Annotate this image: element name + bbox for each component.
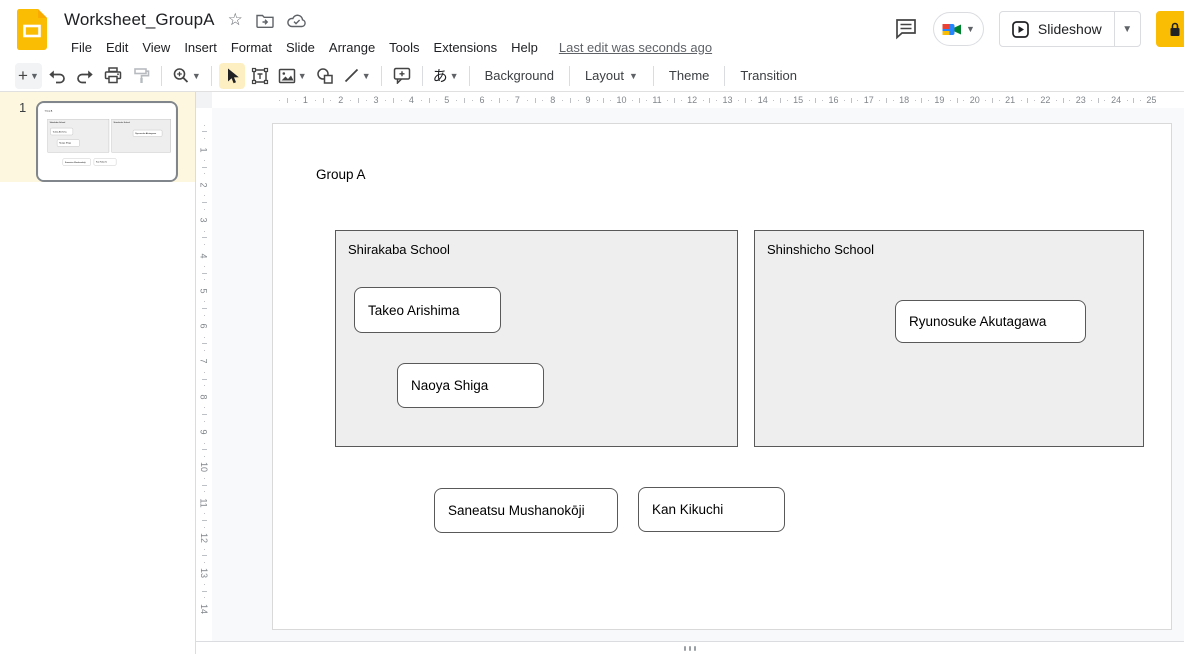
menu-view[interactable]: View <box>135 38 177 57</box>
move-to-folder-icon[interactable] <box>256 13 274 28</box>
last-edit-link[interactable]: Last edit was seconds ago <box>559 40 712 55</box>
menu-edit[interactable]: Edit <box>99 38 135 57</box>
name-card-naoya-shiga[interactable]: Naoya Shiga <box>397 363 544 408</box>
lock-icon <box>1169 22 1181 37</box>
meet-caret-icon: ▼ <box>966 24 975 34</box>
name-card-naoya-shiga[interactable]: Naoya Shiga <box>57 140 79 147</box>
name-card-ryunosuke-akutagawa[interactable]: Ryunosuke Akutagawa <box>895 300 1086 343</box>
name-card-kan-kikuchi[interactable]: Kan Kikuchi <box>94 159 116 166</box>
selected-slide-row: 1 Group A Shirakaba School Shinshicho Sc… <box>0 92 195 182</box>
slideshow-play-icon <box>1012 21 1029 38</box>
menu-tools[interactable]: Tools <box>382 38 426 57</box>
name-card-saneatsu-mushanokoji[interactable]: Saneatsu Mushanokōji <box>63 159 91 166</box>
input-tools-glyph: あ <box>433 65 448 86</box>
menu-file[interactable]: File <box>64 38 99 57</box>
slide: Group A Shirakaba School Shinshicho Scho… <box>38 103 175 180</box>
horizontal-ruler: 1234567891011121314151617181920212223242… <box>212 92 1184 108</box>
cloud-saved-icon[interactable] <box>287 13 307 28</box>
toolbar: +▼ ▼ ▼ ▼ あ ▼ Background Layo <box>0 60 1184 92</box>
slide-filmstrip: 1 Group A Shirakaba School Shinshicho Sc… <box>0 92 196 654</box>
transition-button[interactable]: Transition <box>731 63 806 89</box>
slide-title-textbox[interactable]: Group A <box>316 167 366 182</box>
paint-format-button[interactable] <box>128 63 154 89</box>
undo-button[interactable] <box>44 63 70 89</box>
input-tools-button[interactable]: あ ▼ <box>430 63 462 89</box>
app-header: Worksheet_GroupA ☆ File Edit View Insert… <box>0 0 1184 60</box>
name-card-saneatsu-mushanokoji[interactable]: Saneatsu Mushanokōji <box>434 488 618 533</box>
print-button[interactable] <box>100 63 126 89</box>
menu-format[interactable]: Format <box>224 38 279 57</box>
new-slide-button[interactable]: +▼ <box>15 63 42 89</box>
menu-bar: File Edit View Insert Format Slide Arran… <box>64 36 712 58</box>
join-meet-button[interactable]: ▼ <box>933 12 984 46</box>
google-slides-logo[interactable] <box>17 9 47 50</box>
document-title[interactable]: Worksheet_GroupA <box>64 10 215 30</box>
slide: Group A Shirakaba School Shinshicho Scho… <box>272 123 1172 630</box>
slide-title-textbox[interactable]: Group A <box>45 110 53 112</box>
insert-comment-button[interactable] <box>389 63 415 89</box>
group-label: Shinshicho School <box>767 242 874 257</box>
slideshow-options-caret[interactable]: ▼ <box>1114 12 1140 46</box>
open-comments-icon[interactable] <box>894 18 918 40</box>
zoom-button[interactable]: ▼ <box>169 63 204 89</box>
speaker-notes-handle[interactable] <box>196 641 1184 654</box>
insert-shape-button[interactable] <box>312 63 338 89</box>
ruler-corner <box>196 92 212 108</box>
star-icon[interactable]: ☆ <box>228 10 243 30</box>
group-label: Shinshicho School <box>113 121 129 123</box>
vertical-ruler: 1234567891011121314 <box>196 108 212 641</box>
theme-button[interactable]: Theme <box>660 63 718 89</box>
group-label: Shirakaba School <box>348 242 450 257</box>
redo-button[interactable] <box>72 63 98 89</box>
text-box-button[interactable] <box>247 63 273 89</box>
canvas-area: 1234567891011121314151617181920212223242… <box>196 92 1184 654</box>
insert-line-button[interactable]: ▼ <box>340 63 374 89</box>
slide-number: 1 <box>19 100 26 115</box>
name-card-kan-kikuchi[interactable]: Kan Kikuchi <box>638 487 785 532</box>
name-card-takeo-arishima[interactable]: Takeo Arishima <box>354 287 501 333</box>
menu-extensions[interactable]: Extensions <box>427 38 505 57</box>
insert-image-button[interactable]: ▼ <box>275 63 310 89</box>
menu-slide[interactable]: Slide <box>279 38 322 57</box>
group-box-shirakaba[interactable]: Shirakaba School <box>48 119 109 152</box>
slideshow-button[interactable]: Slideshow ▼ <box>999 11 1141 47</box>
group-label: Shirakaba School <box>50 121 66 123</box>
menu-arrange[interactable]: Arrange <box>322 38 382 57</box>
slide-thumbnail[interactable]: Group A Shirakaba School Shinshicho Scho… <box>36 101 178 182</box>
select-tool-button[interactable] <box>219 63 245 89</box>
name-card-takeo-arishima[interactable]: Takeo Arishima <box>51 128 73 135</box>
layout-button[interactable]: Layout▼ <box>576 63 647 89</box>
group-box-shirakaba[interactable]: Shirakaba School <box>335 230 738 447</box>
menu-insert[interactable]: Insert <box>177 38 224 57</box>
menu-help[interactable]: Help <box>504 38 545 57</box>
name-card-ryunosuke-akutagawa[interactable]: Ryunosuke Akutagawa <box>133 130 162 137</box>
share-button[interactable]: Sha <box>1156 11 1184 47</box>
background-button[interactable]: Background <box>476 63 563 89</box>
